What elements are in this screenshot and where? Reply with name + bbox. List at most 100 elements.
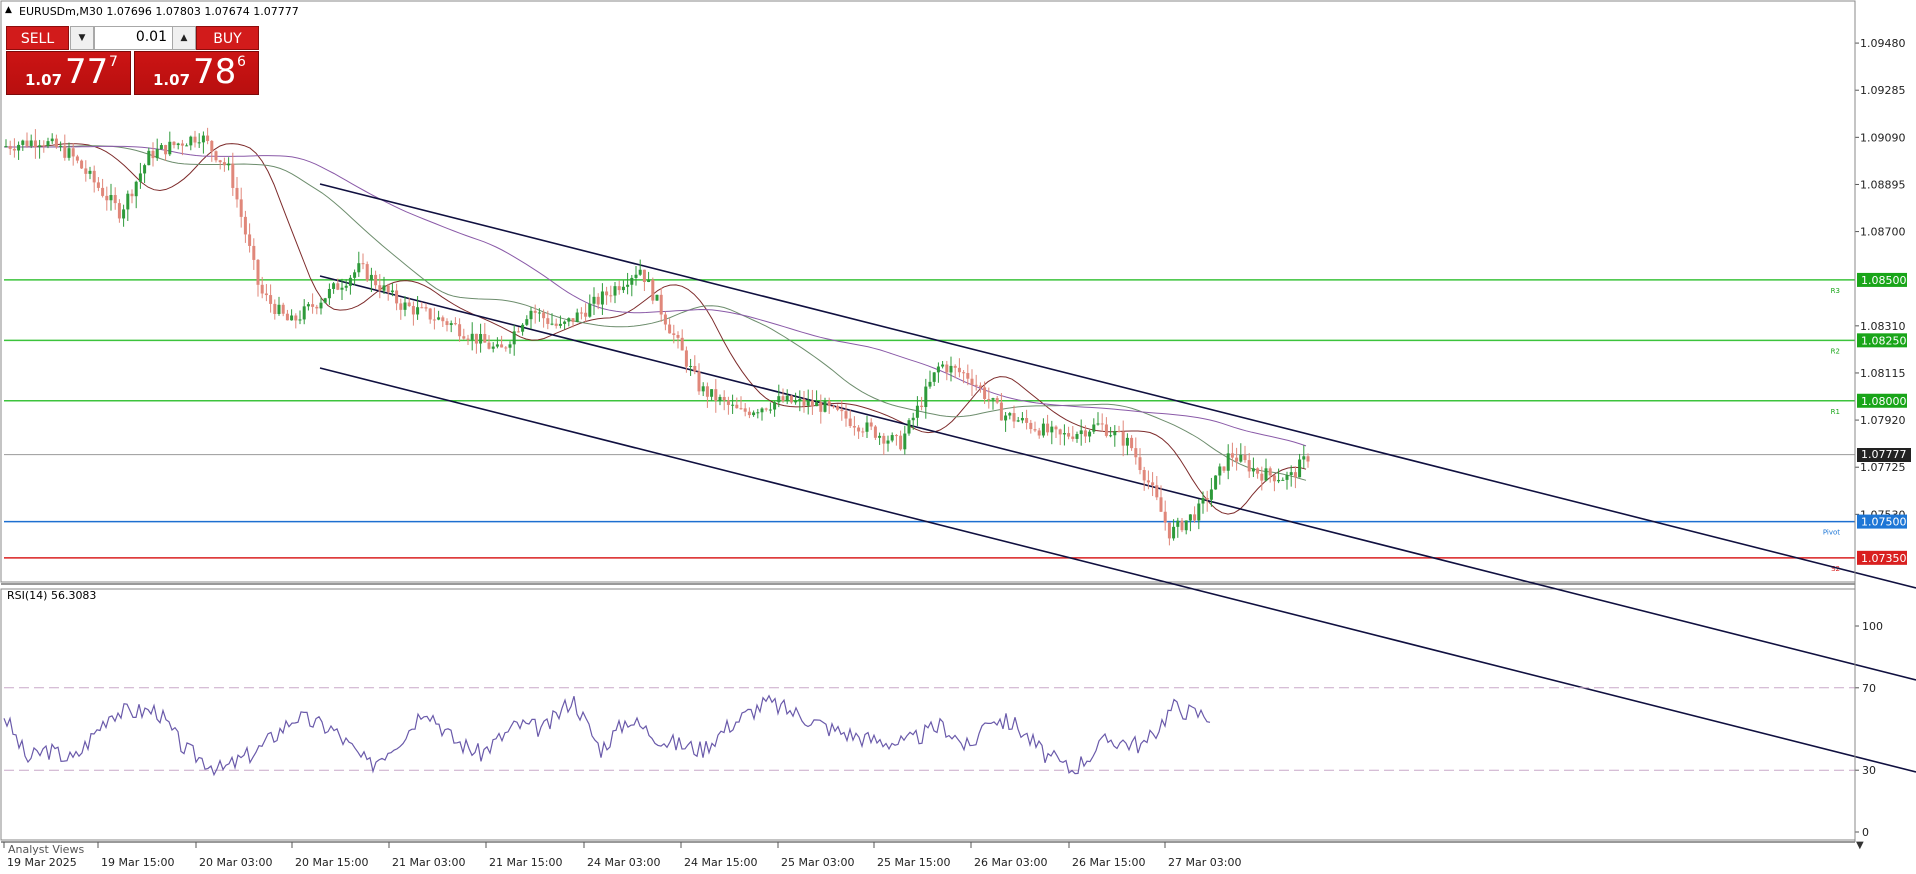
time-tick-label: 19 Mar 15:00 bbox=[101, 856, 174, 869]
candle-body bbox=[957, 367, 961, 373]
candle-body bbox=[495, 344, 499, 347]
sell-button[interactable]: SELL bbox=[6, 26, 69, 50]
candle-body bbox=[273, 303, 277, 314]
candle-body bbox=[785, 395, 789, 402]
candle-body bbox=[567, 318, 571, 322]
candle-body bbox=[105, 195, 109, 201]
candle-body bbox=[63, 145, 67, 158]
candle-body bbox=[676, 334, 680, 338]
candle-body bbox=[42, 145, 46, 147]
time-tick-label: 27 Mar 03:00 bbox=[1168, 856, 1241, 869]
candle-body bbox=[558, 323, 562, 326]
candle-body bbox=[1079, 430, 1083, 435]
candle-body bbox=[180, 143, 184, 146]
price-tick-label: 1.08310 bbox=[1860, 320, 1906, 333]
buy-quote-button[interactable]: 1.07 78 6 bbox=[134, 51, 259, 95]
candle-body bbox=[365, 264, 369, 281]
level-badge-label: 1.08250 bbox=[1861, 334, 1907, 347]
candle-body bbox=[873, 426, 877, 438]
candle-body bbox=[991, 398, 995, 400]
candle-body bbox=[17, 144, 21, 151]
candle-body bbox=[626, 284, 630, 287]
candle-body bbox=[861, 431, 865, 433]
candle-body bbox=[172, 141, 176, 146]
level-tag: R1 bbox=[1831, 408, 1840, 416]
candle-body bbox=[739, 408, 743, 410]
candle-body bbox=[605, 291, 609, 296]
candle-body bbox=[29, 140, 33, 146]
candle-body bbox=[903, 433, 907, 450]
candle-body bbox=[760, 408, 764, 413]
candle-body bbox=[1302, 456, 1306, 460]
candle-body bbox=[886, 440, 890, 444]
candle-body bbox=[353, 272, 357, 278]
candle-body bbox=[810, 400, 814, 407]
candle-body bbox=[185, 145, 189, 147]
candle-body bbox=[71, 148, 75, 157]
candle-body bbox=[752, 412, 756, 416]
candle-body bbox=[1100, 423, 1104, 425]
candle-body bbox=[327, 288, 331, 299]
volume-decrease-button[interactable]: ▼ bbox=[70, 26, 94, 50]
candle-body bbox=[1050, 426, 1054, 433]
buy-quote-prefix: 1.07 bbox=[153, 71, 191, 89]
candle-body bbox=[1226, 453, 1230, 471]
candle-body bbox=[794, 400, 798, 403]
candle-body bbox=[962, 372, 966, 374]
candle-body bbox=[130, 193, 134, 197]
candle-body bbox=[617, 286, 621, 291]
candle-body bbox=[1176, 520, 1180, 527]
candle-body bbox=[689, 365, 693, 367]
candle-body bbox=[777, 396, 781, 403]
candle-body bbox=[147, 150, 151, 166]
candle-body bbox=[109, 195, 113, 201]
candle-body bbox=[12, 148, 16, 151]
candle-body bbox=[1020, 417, 1024, 421]
candle-body bbox=[164, 145, 168, 155]
candle-body bbox=[1138, 457, 1142, 471]
candle-body bbox=[1134, 448, 1138, 458]
sell-quote-button[interactable]: 1.07 77 7 bbox=[6, 51, 131, 95]
candle-body bbox=[655, 294, 659, 301]
candle-body bbox=[411, 306, 415, 315]
candle-body bbox=[857, 427, 861, 432]
volume-input[interactable]: 0.01 bbox=[94, 26, 174, 50]
candle-body bbox=[1016, 420, 1020, 422]
price-tick-label: 1.09480 bbox=[1860, 37, 1906, 50]
candle-body bbox=[453, 323, 457, 325]
volume-increase-button[interactable]: ▲ bbox=[172, 26, 196, 50]
triangle-up-icon[interactable]: ▲ bbox=[5, 5, 12, 15]
candle-body bbox=[508, 344, 512, 348]
chart-canvas[interactable]: R3R2R1PivotS2 1.094801.092851.090901.088… bbox=[0, 0, 1916, 874]
candle-body bbox=[1088, 431, 1092, 437]
candle-body bbox=[1125, 437, 1129, 446]
candle-body bbox=[483, 333, 487, 343]
candle-body bbox=[852, 426, 856, 428]
candle-body bbox=[1130, 437, 1134, 449]
candle-body bbox=[1033, 429, 1037, 431]
candle-body bbox=[836, 405, 840, 410]
buy-button[interactable]: BUY bbox=[196, 26, 259, 50]
candle-body bbox=[248, 234, 252, 246]
price-tick-label: 1.07920 bbox=[1860, 414, 1906, 427]
candle-body bbox=[1205, 498, 1209, 500]
candle-body bbox=[441, 317, 445, 322]
candle-body bbox=[1184, 520, 1188, 531]
sell-quote-prefix: 1.07 bbox=[25, 71, 63, 89]
chart-shift-icon[interactable]: ▼ bbox=[1856, 840, 1864, 851]
candle-body bbox=[848, 418, 852, 427]
candle-body bbox=[1025, 417, 1029, 423]
candle-body bbox=[680, 337, 684, 351]
candle-body bbox=[428, 308, 432, 320]
candle-body bbox=[487, 342, 491, 349]
candle-body bbox=[449, 323, 453, 326]
analyst-views-label[interactable]: Analyst Views bbox=[8, 843, 84, 856]
chart-window[interactable]: R3 R2 R1 Pivot S2 1.09480 1.09285 1.09090 1.088… bbox=[0, 0, 1916, 874]
candle-body bbox=[1239, 454, 1243, 462]
candle-body bbox=[953, 365, 957, 368]
candle-body bbox=[336, 283, 340, 290]
time-tick-label: 19 Mar 2025 bbox=[7, 856, 77, 869]
price-tick-label: 1.08700 bbox=[1860, 226, 1906, 239]
candle-body bbox=[445, 321, 449, 326]
candle-body bbox=[214, 151, 218, 161]
